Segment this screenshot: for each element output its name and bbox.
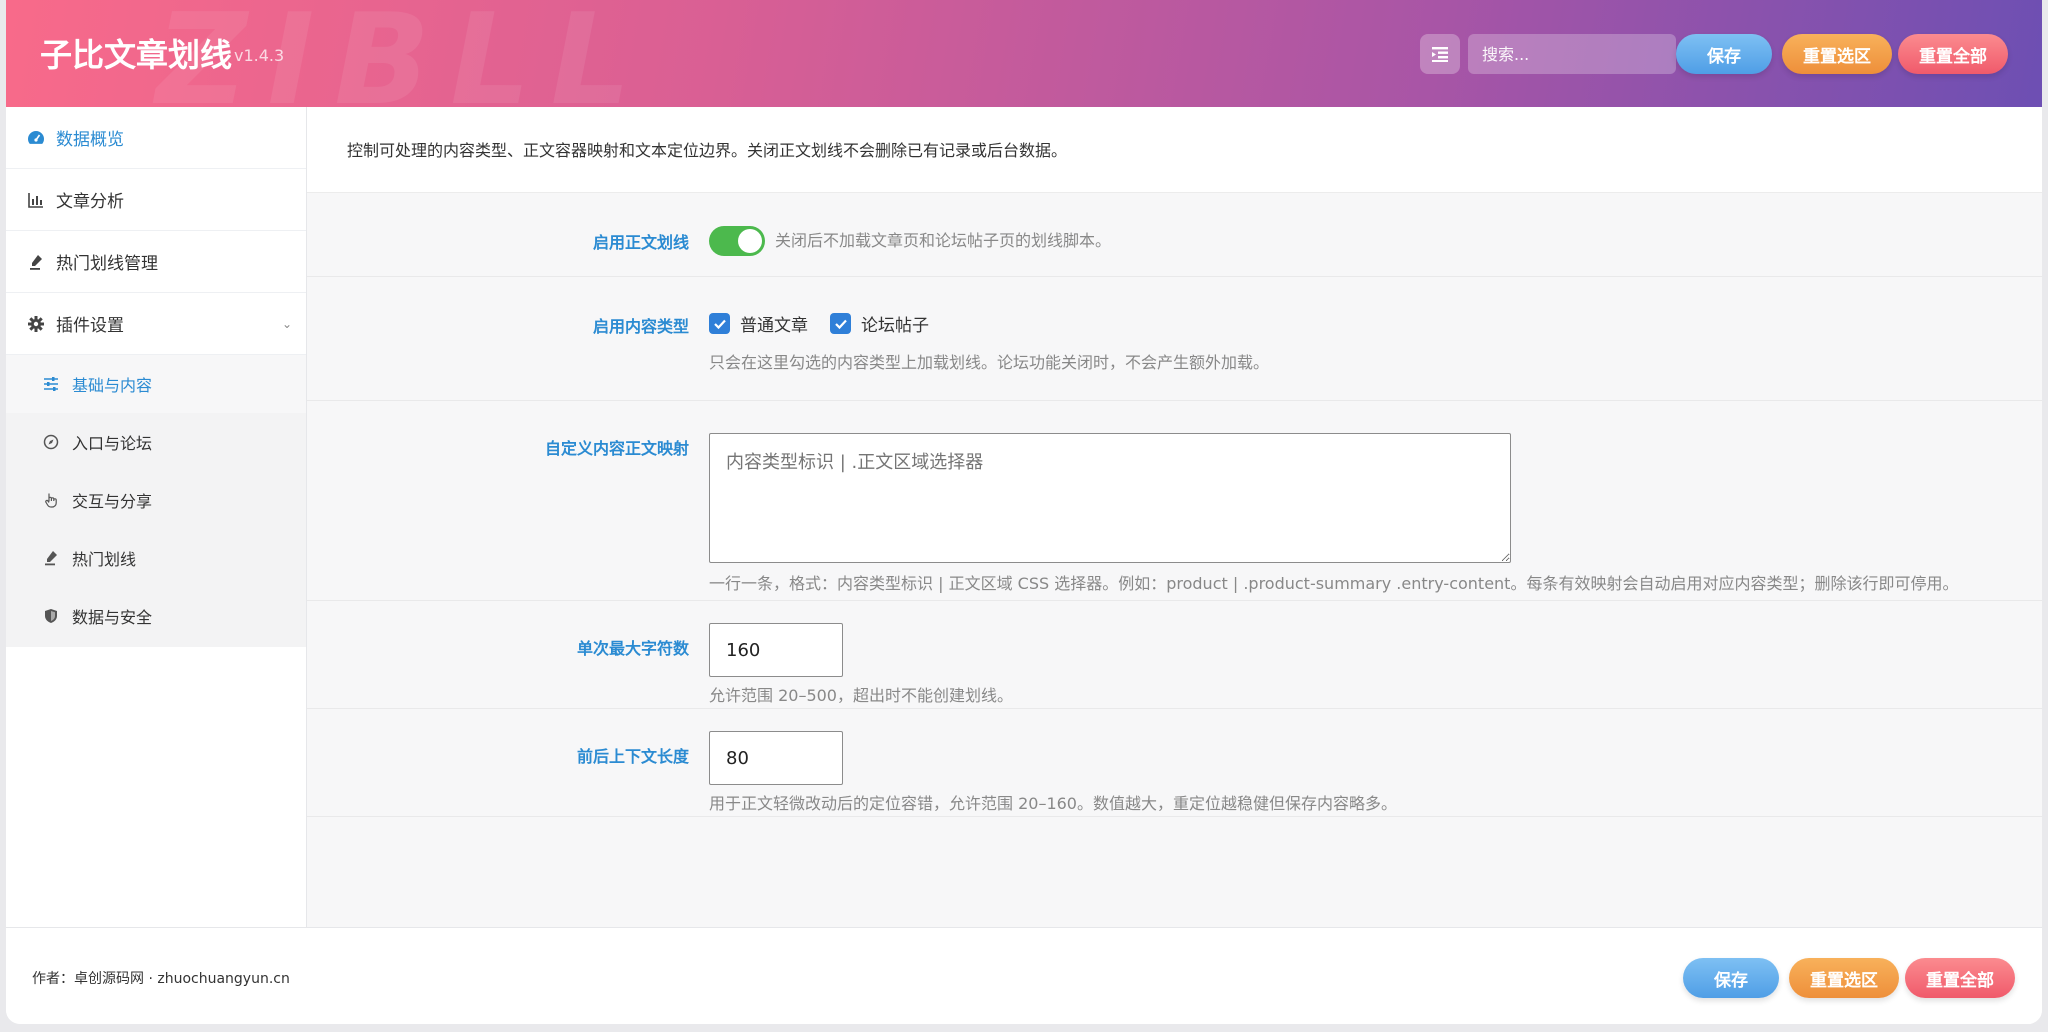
sidebar-item-article-analysis[interactable]: 文章分析 [6, 169, 306, 231]
setting-label: 前后上下文长度 [576, 747, 689, 766]
checkbox-label: 普通文章 [740, 316, 808, 336]
subnav-item-label: 数据与安全 [72, 608, 153, 627]
search-input[interactable] [1468, 34, 1676, 74]
sliders-icon [42, 375, 60, 393]
footer-reset-all-button[interactable]: 重置全部 [1905, 958, 2015, 998]
gear-icon [26, 314, 46, 334]
checkbox-checked-icon [830, 313, 851, 334]
subnav-item-basic-content[interactable]: 基础与内容 [6, 355, 306, 413]
sidebar-item-label: 文章分析 [56, 192, 124, 212]
compass-icon [42, 433, 60, 451]
sidebar-item-hot-highlights-manage[interactable]: 热门划线管理 [6, 231, 306, 293]
setting-description: 一行一条，格式：内容类型标识 | 正文区域 CSS 选择器。例如：product… [709, 574, 1959, 593]
setting-description: 用于正文轻微改动后的定位容错，允许范围 20–160。数值越大，重定位越稳健但保… [709, 794, 1397, 813]
header-reset-section-button[interactable]: 重置选区 [1782, 34, 1892, 74]
sidebar: 数据概览 文章分析 热门划线管理 插件设置 ⌄ 基础与内容 入口与论坛 交互与分… [6, 107, 306, 647]
footer-bar: 作者：卓创源码网 · zhuochuangyun.cn 保存 重置选区 重置全部 [6, 927, 2042, 1024]
settings-subnav: 基础与内容 入口与论坛 交互与分享 热门划线 数据与安全 [6, 355, 306, 647]
sidebar-item-label: 插件设置 [56, 316, 124, 336]
shield-icon [42, 607, 60, 625]
subnav-item-label: 交互与分享 [72, 492, 153, 511]
context-length-input[interactable] [709, 731, 843, 785]
enable-highlight-toggle[interactable] [709, 226, 765, 256]
author-credit: 作者：卓创源码网 · zhuochuangyun.cn [32, 971, 290, 987]
subnav-item-data-security[interactable]: 数据与安全 [6, 587, 306, 645]
subnav-item-label: 入口与论坛 [72, 434, 153, 453]
pointer-hand-icon [42, 491, 60, 509]
chevron-down-icon: ⌄ [281, 317, 292, 331]
setting-description: 只会在这里勾选的内容类型上加载划线。论坛功能关闭时，不会产生额外加载。 [709, 353, 1270, 372]
footer-save-button[interactable]: 保存 [1683, 958, 1779, 998]
subnav-item-hot-highlights[interactable]: 热门划线 [6, 529, 306, 587]
settings-panel: 控制可处理的内容类型、正文容器映射和文本定位边界。关闭正文划线不会删除已有记录或… [307, 107, 2042, 927]
section-intro: 控制可处理的内容类型、正文容器映射和文本定位边界。关闭正文划线不会删除已有记录或… [307, 107, 2042, 193]
header-reset-all-button[interactable]: 重置全部 [1898, 34, 2008, 74]
subnav-item-label: 热门划线 [72, 550, 137, 569]
highlighter-icon [26, 252, 46, 272]
checkbox-checked-icon [709, 313, 730, 334]
setting-row-content-types: 启用内容类型 普通文章 论坛帖子 只会在这里勾选的内容类型上加载划线。论坛功能关… [307, 277, 2042, 401]
custom-mapping-textarea[interactable] [709, 433, 1511, 563]
header-save-button[interactable]: 保存 [1676, 34, 1772, 74]
setting-row-custom-mapping: 自定义内容正文映射 一行一条，格式：内容类型标识 | 正文区域 CSS 选择器。… [307, 401, 2042, 601]
setting-row-context-length: 前后上下文长度 用于正文轻微改动后的定位容错，允许范围 20–160。数值越大，… [307, 709, 2042, 817]
sidebar-item-dashboard[interactable]: 数据概览 [6, 107, 306, 169]
sidebar-item-label: 热门划线管理 [56, 254, 158, 274]
setting-label: 单次最大字符数 [576, 639, 689, 658]
subnav-item-interaction-share[interactable]: 交互与分享 [6, 471, 306, 529]
app-version: v1.4.3 [234, 46, 285, 65]
checkbox-article[interactable]: 普通文章 [709, 311, 808, 336]
setting-description: 允许范围 20–500，超出时不能创建划线。 [709, 686, 1013, 705]
sidebar-item-label: 数据概览 [56, 130, 124, 150]
footer-reset-section-button[interactable]: 重置选区 [1789, 958, 1899, 998]
app-window: ZIBLL 子比文章划线 v1.4.3 保存 重置选区 重置全部 数据概览 [6, 0, 2042, 1024]
subnav-item-entry-forum[interactable]: 入口与论坛 [6, 413, 306, 471]
setting-label: 启用正文划线 [592, 233, 689, 252]
checkbox-forum-post[interactable]: 论坛帖子 [830, 311, 929, 336]
setting-row-enable-highlight: 启用正文划线 关闭后不加载文章页和论坛帖子页的划线脚本。 [307, 193, 2042, 277]
subnav-item-label: 基础与内容 [72, 376, 153, 395]
setting-row-max-chars: 单次最大字符数 允许范围 20–500，超出时不能创建划线。 [307, 601, 2042, 709]
sidebar-item-plugin-settings[interactable]: 插件设置 ⌄ [6, 293, 306, 355]
setting-label: 启用内容类型 [592, 317, 689, 336]
checkbox-label: 论坛帖子 [861, 316, 929, 336]
max-chars-input[interactable] [709, 623, 843, 677]
toggle-knob [738, 229, 762, 253]
top-header: ZIBLL 子比文章划线 v1.4.3 保存 重置选区 重置全部 [6, 0, 2042, 133]
app-title: 子比文章划线 [40, 36, 233, 74]
bar-chart-icon [26, 190, 46, 210]
setting-description: 关闭后不加载文章页和论坛帖子页的划线脚本。 [775, 231, 1112, 250]
dashboard-icon [26, 128, 46, 148]
setting-label: 自定义内容正文映射 [544, 439, 689, 458]
menu-collapse-icon [1432, 47, 1448, 62]
highlighter-icon [42, 549, 60, 567]
menu-toggle-button[interactable] [1420, 34, 1460, 74]
